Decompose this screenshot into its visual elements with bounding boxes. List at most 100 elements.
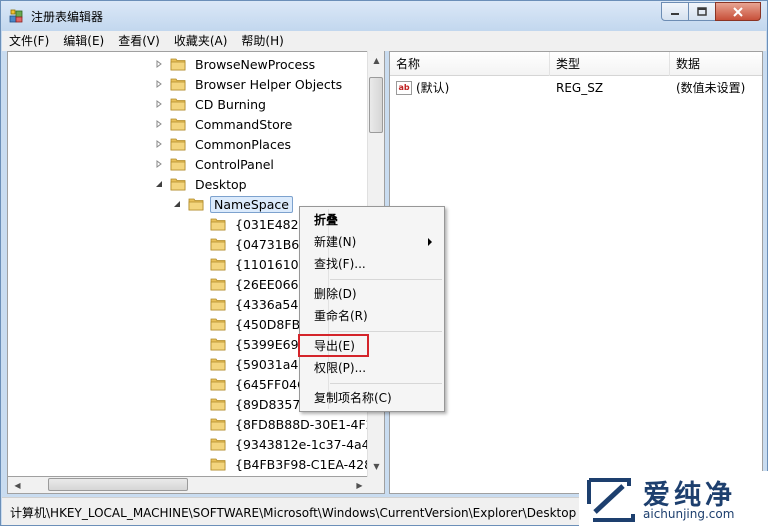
value-name: (默认) <box>416 81 450 95</box>
folder-icon <box>210 457 226 471</box>
menu-item-permissions[interactable]: 权限(P)... <box>314 358 366 378</box>
tree-item-label: {89D8357 <box>235 396 301 412</box>
folder-icon <box>170 137 186 151</box>
tree-item[interactable]: {450D8FB <box>194 314 303 334</box>
list-header: 名称 类型 数据 <box>390 52 762 76</box>
tree-collapsed-arrow-icon[interactable] <box>154 59 164 69</box>
menu-favorites[interactable]: 收藏夹(A) <box>167 31 235 51</box>
tree-expanded-arrow-icon[interactable] <box>154 179 164 189</box>
tree-item-label: ControlPanel <box>195 156 274 172</box>
menu-item-rename[interactable]: 重命名(R) <box>314 306 368 326</box>
brand-url: aichunjing.com <box>643 507 735 521</box>
scroll-right-arrow-icon[interactable]: ▶ <box>352 478 367 493</box>
menu-item-copy-key-name[interactable]: 复制项名称(C) <box>314 388 392 408</box>
close-button[interactable] <box>715 2 761 21</box>
title-bar[interactable]: 注册表编辑器 <box>1 1 767 31</box>
tree-item[interactable]: {59031a4 <box>194 354 301 374</box>
export-highlight-box <box>298 334 369 357</box>
menu-item-collapse[interactable]: 折叠 <box>314 210 338 230</box>
tree-item-label: {9343812e-1c37-4a49-a1 <box>235 436 385 452</box>
column-header-type[interactable]: 类型 <box>550 52 670 76</box>
tree-collapsed-arrow-icon[interactable] <box>154 99 164 109</box>
tree-item[interactable]: NameSpace <box>172 194 293 214</box>
menu-item-new[interactable]: 新建(N) <box>314 232 356 252</box>
ab-string-icon: ab <box>396 81 412 95</box>
tree-item[interactable]: {1101610 <box>194 254 302 274</box>
tree-item[interactable]: {26EE066 <box>194 274 302 294</box>
tree-item[interactable]: {645FF04C <box>194 374 309 394</box>
tree-item-label: {8FD8B88D-30E1-4F25-A <box>235 416 385 432</box>
tree-item-label: {26EE066 <box>235 276 299 292</box>
registry-editor-window: 注册表编辑器 文件(F) 编辑(E) 查看(V) 收藏夹(A) 帮助(H) Br… <box>0 0 768 526</box>
tree-expanded-arrow-icon[interactable] <box>172 199 182 209</box>
menu-item-find[interactable]: 查找(F)... <box>314 254 366 274</box>
maximize-button[interactable] <box>688 2 716 21</box>
tree-item[interactable]: {031E482 <box>194 214 302 234</box>
values-list[interactable]: 名称 类型 数据 ab (默认) REG_SZ (数值未设置) <box>389 51 763 494</box>
submenu-arrow-icon <box>428 238 432 246</box>
tree-item-label: BrowseNewProcess <box>195 56 316 72</box>
tree-item[interactable]: {5399E69 <box>194 334 302 354</box>
tree-item-label: {450D8FB <box>235 316 301 332</box>
column-header-name[interactable]: 名称 <box>390 52 550 76</box>
tree-item-label: {1101610 <box>235 256 299 272</box>
tree-item-label: Browser Helper Objects <box>195 76 343 92</box>
tree-item-label: {B4FB3F98-C1EA-428d-A <box>235 456 385 472</box>
tree-hscroll-thumb[interactable] <box>48 478 188 491</box>
tree-item[interactable]: CommonPlaces <box>154 134 294 154</box>
folder-icon <box>210 377 226 391</box>
folder-icon <box>170 117 186 131</box>
menu-separator <box>330 383 442 384</box>
tree-item[interactable]: {89D8357 <box>194 394 303 414</box>
scroll-down-arrow-icon[interactable]: ▼ <box>369 459 384 474</box>
menu-separator <box>330 331 442 332</box>
tree-item-label: {04731B6 <box>235 236 300 252</box>
folder-icon <box>210 277 226 291</box>
status-path: 计算机\HKEY_LOCAL_MACHINE\SOFTWARE\Microsof… <box>10 506 577 520</box>
tree-item[interactable]: CommandStore <box>154 114 295 134</box>
menu-file[interactable]: 文件(F) <box>2 31 56 51</box>
tree-item[interactable]: {04731B6 <box>194 234 302 254</box>
tree-item[interactable]: {4336a54 <box>194 294 301 314</box>
menu-view[interactable]: 查看(V) <box>111 31 167 51</box>
menu-help[interactable]: 帮助(H) <box>234 31 290 51</box>
table-row[interactable]: ab (默认) REG_SZ (数值未设置) <box>390 78 762 98</box>
tree-item-label: {5399E69 <box>235 336 299 352</box>
tree-item[interactable]: CD Burning <box>154 94 269 114</box>
tree-collapsed-arrow-icon[interactable] <box>154 139 164 149</box>
folder-icon <box>170 57 186 71</box>
folder-icon <box>210 417 226 431</box>
watermark: 爱纯净 aichunjing.com <box>579 471 768 526</box>
tree-item[interactable]: ControlPanel <box>154 154 277 174</box>
tree-item-label: CommandStore <box>195 116 293 132</box>
scroll-up-arrow-icon[interactable]: ▲ <box>369 53 384 68</box>
tree-collapsed-arrow-icon[interactable] <box>154 159 164 169</box>
window-title: 注册表编辑器 <box>31 10 104 24</box>
scroll-left-arrow-icon[interactable]: ◀ <box>10 478 25 493</box>
minimize-button[interactable] <box>661 2 689 21</box>
menu-edit[interactable]: 编辑(E) <box>56 31 111 51</box>
tree-item[interactable]: BrowseNewProcess <box>154 54 318 74</box>
menu-item-delete[interactable]: 删除(D) <box>314 284 357 304</box>
column-header-data[interactable]: 数据 <box>670 52 762 76</box>
regedit-app-icon <box>9 9 23 23</box>
tree-item[interactable]: Browser Helper Objects <box>154 74 345 94</box>
tree-collapsed-arrow-icon[interactable] <box>154 79 164 89</box>
menu-separator <box>330 279 442 280</box>
tree-item-label: {59031a4 <box>235 356 299 372</box>
tree-item[interactable]: {B4FB3F98-C1EA-428d-A <box>194 454 385 474</box>
tree-item[interactable]: {9343812e-1c37-4a49-a1 <box>194 434 385 454</box>
tree-item-label: Desktop <box>195 176 247 192</box>
tree-item[interactable]: Desktop <box>154 174 250 194</box>
tree-horizontal-scrollbar[interactable]: ◀ ▶ <box>7 477 385 494</box>
tree-item-label: CD Burning <box>195 96 266 112</box>
tree-scroll-thumb[interactable] <box>369 77 383 133</box>
tree-collapsed-arrow-icon[interactable] <box>154 119 164 129</box>
tree-item[interactable]: {8FD8B88D-30E1-4F25-A <box>194 414 385 434</box>
folder-icon <box>210 357 226 371</box>
